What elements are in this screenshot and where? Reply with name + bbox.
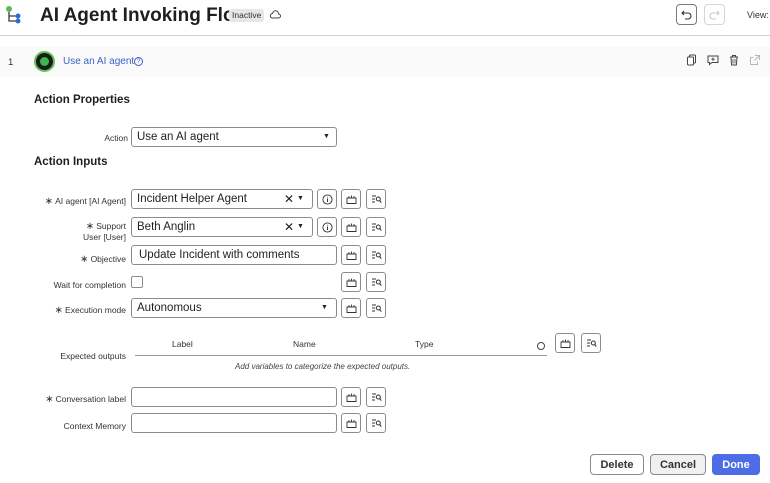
info-icon [321, 193, 333, 205]
data-pill-icon [346, 419, 356, 428]
help-icon[interactable]: ? [134, 57, 143, 66]
context-memory-label: Context Memory [63, 421, 126, 431]
conversation-label-input[interactable] [131, 387, 337, 407]
support-user-field[interactable]: Beth Anglin ✕ ▼ [131, 217, 313, 237]
expected-outputs-label: Expected outputs [60, 351, 126, 361]
ai-agent-value: Incident Helper Agent [137, 193, 247, 205]
script-search-icon [371, 194, 382, 203]
data-pill-icon [346, 304, 356, 313]
script-search-icon [371, 250, 382, 259]
action-value: Use an AI agent [137, 131, 219, 143]
inline-script-button[interactable] [581, 333, 601, 353]
required-icon: ∗ [44, 196, 54, 207]
data-pill-icon [346, 278, 356, 287]
undo-button[interactable] [676, 4, 697, 25]
info-button[interactable] [317, 189, 337, 209]
redo-icon [709, 10, 720, 20]
execution-mode-value: Autonomous [137, 302, 202, 314]
copy-icon[interactable] [686, 54, 698, 66]
flow-logo-icon [6, 6, 21, 24]
inline-script-button[interactable] [366, 245, 386, 265]
ai-agent-label: ∗ AI agent [AI Agent] [44, 196, 126, 207]
flow-header: AI Agent Invoking Flow Inactive View: [0, 0, 770, 36]
chevron-down-icon[interactable]: ▼ [297, 195, 304, 202]
script-search-icon [586, 338, 597, 347]
column-header-label: Label [172, 339, 193, 349]
action-label: Action [104, 133, 128, 143]
data-pill-button[interactable] [341, 413, 361, 433]
objective-label: ∗ Objective [80, 254, 126, 265]
table-divider [135, 355, 547, 356]
empty-outputs-message: Add variables to categorize the expected… [235, 362, 411, 371]
action-select[interactable]: Use an AI agent ▼ [131, 127, 337, 147]
step-action-link[interactable]: Use an AI agent [63, 56, 134, 67]
chevron-down-icon: ▼ [321, 304, 328, 311]
page-title: AI Agent Invoking Flow [40, 5, 250, 26]
support-user-label: ∗ Support User [User] [83, 221, 126, 242]
inline-script-button[interactable] [366, 298, 386, 318]
conversation-label-label: ∗ Conversation label [45, 394, 126, 405]
data-pill-button[interactable] [341, 272, 361, 292]
action-inputs-heading: Action Inputs [34, 156, 108, 168]
objective-input[interactable]: Update Incident with comments [131, 245, 337, 265]
script-search-icon [371, 418, 382, 427]
column-header-type: Type [415, 339, 434, 349]
open-external-icon[interactable] [749, 54, 761, 66]
cancel-button[interactable]: Cancel [650, 454, 706, 475]
support-user-value: Beth Anglin [137, 221, 196, 233]
inline-script-button[interactable] [366, 189, 386, 209]
script-search-icon [371, 392, 382, 401]
undo-icon [681, 10, 692, 20]
info-icon [321, 221, 333, 233]
clear-icon[interactable]: ✕ [284, 192, 294, 206]
ai-agent-step-icon [34, 51, 55, 72]
delete-icon[interactable] [728, 54, 740, 66]
required-icon: ∗ [80, 254, 89, 265]
data-pill-button[interactable] [341, 217, 361, 237]
status-badge: Inactive [229, 9, 265, 22]
add-output-icon[interactable] [537, 342, 545, 350]
chevron-down-icon: ▼ [323, 133, 330, 140]
script-search-icon [371, 303, 382, 312]
step-number: 1 [8, 57, 14, 68]
objective-value: Update Incident with comments [139, 249, 300, 261]
wait-for-completion-checkbox[interactable] [131, 276, 143, 288]
data-pill-icon [560, 339, 570, 348]
required-icon: ∗ [54, 305, 64, 316]
execution-mode-select[interactable]: Autonomous ▼ [131, 298, 337, 318]
data-pill-icon [346, 223, 356, 232]
inline-script-button[interactable] [366, 272, 386, 292]
data-pill-button[interactable] [341, 189, 361, 209]
inline-script-button[interactable] [366, 217, 386, 237]
data-pill-button[interactable] [341, 387, 361, 407]
done-button[interactable]: Done [712, 454, 760, 475]
data-pill-icon [346, 251, 356, 260]
data-pill-icon [346, 195, 356, 204]
redo-button[interactable] [704, 4, 725, 25]
script-search-icon [371, 222, 382, 231]
script-search-icon [371, 277, 382, 286]
info-button[interactable] [317, 217, 337, 237]
column-header-name: Name [293, 339, 316, 349]
clear-icon[interactable]: ✕ [284, 220, 294, 234]
chevron-down-icon[interactable]: ▼ [297, 223, 304, 230]
inline-script-button[interactable] [366, 413, 386, 433]
cloud-icon[interactable] [269, 9, 281, 21]
inline-script-button[interactable] [366, 387, 386, 407]
data-pill-icon [346, 393, 356, 402]
data-pill-button[interactable] [555, 333, 575, 353]
data-pill-button[interactable] [341, 245, 361, 265]
view-label[interactable]: View: [747, 10, 769, 20]
wait-for-completion-label: Wait for completion [53, 280, 126, 290]
execution-mode-label: ∗ Execution mode [54, 305, 126, 316]
required-icon: ∗ [45, 394, 54, 405]
context-memory-input[interactable] [131, 413, 337, 433]
action-properties-heading: Action Properties [34, 94, 130, 106]
ai-agent-field[interactable]: Incident Helper Agent ✕ ▼ [131, 189, 313, 209]
step-bar[interactable]: 1 Use an AI agent ? [0, 47, 770, 77]
data-pill-button[interactable] [341, 298, 361, 318]
delete-button[interactable]: Delete [590, 454, 644, 475]
required-icon: ∗ [85, 221, 95, 232]
comment-icon[interactable] [707, 54, 719, 66]
